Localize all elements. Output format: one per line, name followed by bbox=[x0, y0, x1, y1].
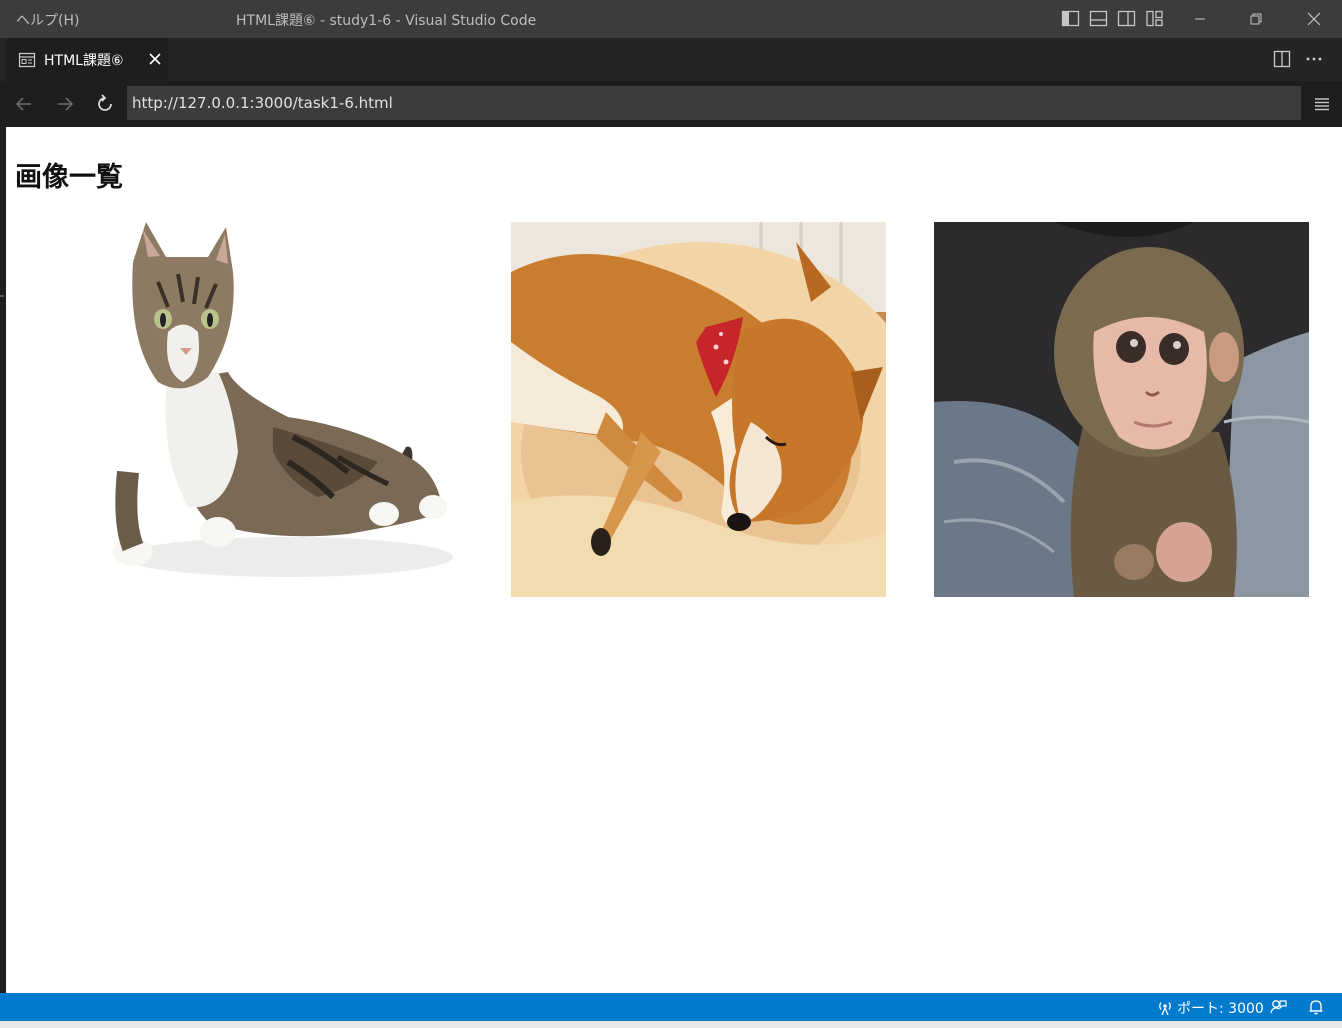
status-bar: ポート: 3000 bbox=[0, 993, 1342, 1021]
cat-image bbox=[88, 222, 463, 597]
forward-arrow-icon[interactable] bbox=[54, 93, 76, 115]
dog-image bbox=[511, 222, 886, 597]
monkey-image bbox=[934, 222, 1309, 597]
back-arrow-icon[interactable] bbox=[13, 93, 35, 115]
url-input[interactable]: http://127.0.0.1:3000/task1-6.html bbox=[127, 86, 1301, 120]
toggle-secondary-sidebar-icon[interactable] bbox=[1117, 9, 1136, 28]
toggle-panel-icon[interactable] bbox=[1089, 9, 1108, 28]
title-bar: ヘルプ(H) HTML課題⑥ - study1-6 - Visual Studi… bbox=[0, 0, 1342, 38]
close-window-button[interactable] bbox=[1286, 0, 1342, 38]
toggle-primary-sidebar-icon[interactable] bbox=[1061, 9, 1080, 28]
tab-label: HTML課題⑥ bbox=[44, 52, 124, 69]
minimize-button[interactable] bbox=[1172, 0, 1228, 38]
bell-icon[interactable] bbox=[1307, 998, 1325, 1016]
close-icon bbox=[1307, 12, 1321, 26]
minimize-icon bbox=[1195, 18, 1205, 20]
page-heading: 画像一覧 bbox=[15, 162, 123, 193]
restore-icon bbox=[1250, 13, 1262, 25]
close-tab-icon[interactable] bbox=[145, 49, 165, 69]
window-title: HTML課題⑥ - study1-6 - Visual Studio Code bbox=[236, 13, 537, 29]
tab-html-preview[interactable]: HTML課題⑥ bbox=[6, 38, 168, 81]
preview-icon bbox=[18, 52, 36, 67]
restore-button[interactable] bbox=[1228, 0, 1284, 38]
preview-page: 画像一覧 bbox=[6, 127, 1342, 993]
layout-controls bbox=[1061, 9, 1164, 28]
broadcast-icon bbox=[1159, 1002, 1171, 1016]
tab-bar: HTML課題⑥ bbox=[0, 38, 1342, 81]
customize-layout-icon[interactable] bbox=[1145, 9, 1164, 28]
port-label: ポート: 3000 bbox=[1177, 1001, 1264, 1017]
taskbar-edge bbox=[0, 1021, 1342, 1028]
reload-icon[interactable] bbox=[94, 93, 116, 115]
more-actions-icon[interactable] bbox=[1304, 49, 1324, 69]
hamburger-menu-icon[interactable] bbox=[1311, 93, 1333, 115]
menu-help[interactable]: ヘルプ(H) bbox=[16, 10, 79, 30]
forwarded-port-item[interactable]: ポート: 3000 bbox=[1157, 998, 1264, 1018]
split-editor-icon[interactable] bbox=[1272, 49, 1292, 69]
browser-toolbar: http://127.0.0.1:3000/task1-6.html bbox=[0, 81, 1342, 127]
feedback-icon[interactable] bbox=[1269, 998, 1287, 1016]
